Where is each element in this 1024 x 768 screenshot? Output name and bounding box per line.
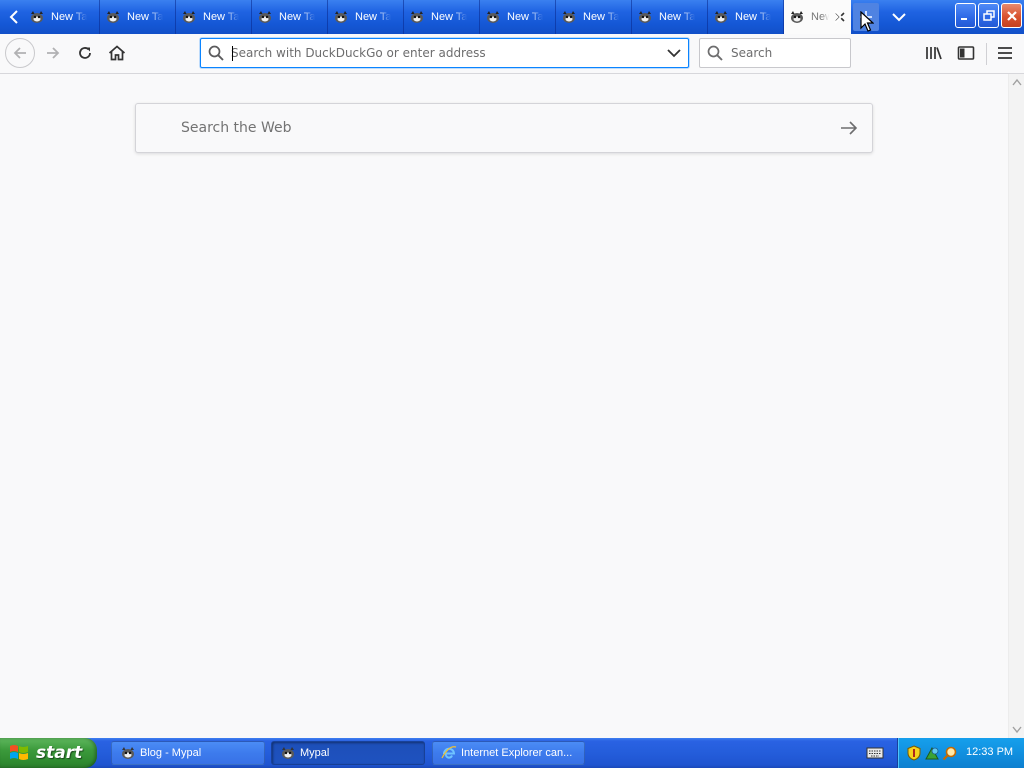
hamburger-menu-icon [998, 47, 1012, 59]
mypal-raccoon-icon [791, 11, 803, 23]
mypal-raccoon-icon [563, 11, 575, 23]
url-bar[interactable] [200, 38, 689, 68]
tab-scroll-right-button[interactable] [826, 0, 850, 34]
tab[interactable]: New Tab [24, 0, 100, 34]
start-button[interactable]: start [0, 738, 97, 768]
arrow-left-icon [13, 47, 26, 59]
arrow-right-icon[interactable] [838, 118, 860, 138]
open-menu-button[interactable] [991, 39, 1019, 67]
keyboard-icon[interactable] [866, 746, 884, 760]
taskbar: start Blog - Mypal Mypal Internet Explor… [0, 738, 1024, 768]
tab-label: New Tab [659, 11, 695, 23]
search-input[interactable] [731, 39, 841, 67]
mypal-raccoon-icon [335, 11, 347, 23]
tab-label: New Tab [583, 11, 619, 23]
minimize-icon [961, 18, 967, 20]
tab[interactable]: New Tab [328, 0, 404, 34]
tab-label: New Tab [431, 11, 467, 23]
mypal-raccoon-icon [411, 11, 423, 23]
tab[interactable]: New Tab [632, 0, 708, 34]
tab[interactable]: New Tab [480, 0, 556, 34]
taskbar-item-blog-mypal[interactable]: Blog - Mypal [111, 741, 265, 765]
security-shield-icon[interactable] [906, 745, 922, 761]
windows-logo-icon [10, 745, 28, 760]
arrow-right-icon [47, 47, 60, 59]
chevron-down-icon [892, 13, 906, 22]
clock: 12:33 PM [966, 746, 1014, 758]
tab[interactable]: New Tab [556, 0, 632, 34]
web-search-input[interactable] [181, 104, 821, 152]
restore-icon [982, 9, 995, 21]
sidebar-icon [957, 46, 975, 60]
internet-explorer-icon [441, 746, 457, 759]
forward-button[interactable] [39, 39, 67, 67]
minimize-button[interactable] [955, 3, 976, 28]
sidebar-toggle-button[interactable] [952, 39, 980, 67]
start-label: start [36, 743, 83, 763]
restore-button[interactable] [978, 3, 999, 28]
tab[interactable]: New Tab [252, 0, 328, 34]
home-icon [108, 45, 126, 61]
search-icon [208, 45, 224, 61]
mypal-raccoon-icon [107, 11, 119, 23]
mypal-raccoon-icon [31, 11, 43, 23]
taskbar-item-internet-explorer[interactable]: Internet Explorer can... [432, 741, 585, 765]
url-input[interactable] [231, 39, 651, 67]
reload-icon [79, 47, 91, 59]
mypal-raccoon-icon [282, 747, 294, 759]
chevron-left-icon [9, 10, 18, 24]
mypal-raccoon-icon [639, 11, 651, 23]
mypal-raccoon-icon [122, 747, 134, 759]
search-magnifier-icon[interactable] [942, 745, 958, 761]
navigation-toolbar [0, 34, 1024, 74]
taskbar-item-label: Blog - Mypal [140, 747, 202, 759]
library-button[interactable] [920, 39, 948, 67]
scroll-down-arrow-icon[interactable] [1012, 726, 1022, 734]
search-bar[interactable] [699, 38, 851, 68]
mypal-raccoon-icon [487, 11, 499, 23]
chevron-down-icon[interactable] [666, 45, 682, 61]
tab-label: New Tab [51, 11, 87, 23]
text-caret [232, 46, 233, 61]
tab-label: New Tab [735, 11, 771, 23]
close-icon [1006, 10, 1017, 21]
tab[interactable]: New Tab [100, 0, 176, 34]
tab[interactable]: New Tab [708, 0, 784, 34]
chevron-right-icon [834, 10, 843, 24]
taskbar-item-mypal[interactable]: Mypal [271, 741, 425, 765]
taskbar-item-label: Internet Explorer can... [461, 747, 573, 759]
all-tabs-button[interactable] [886, 0, 912, 34]
mouse-cursor-icon [860, 11, 874, 32]
system-tray: 12:33 PM [897, 738, 1024, 768]
tab-scroll-left-button[interactable] [2, 0, 26, 34]
mypal-raccoon-icon [183, 11, 195, 23]
home-button[interactable] [103, 39, 131, 67]
mypal-raccoon-icon [259, 11, 271, 23]
network-icon[interactable] [924, 745, 940, 761]
close-window-button[interactable] [1001, 3, 1022, 28]
reload-button[interactable] [71, 39, 99, 67]
vertical-scrollbar[interactable] [1008, 74, 1024, 738]
tab-label: New Tab [127, 11, 163, 23]
mypal-raccoon-icon [715, 11, 727, 23]
scroll-up-arrow-icon[interactable] [1012, 78, 1022, 86]
search-icon [707, 45, 723, 61]
back-button[interactable] [5, 38, 35, 68]
tab-label: New Tab [355, 11, 391, 23]
tab[interactable]: New Tab [404, 0, 480, 34]
web-search-box[interactable] [135, 103, 873, 153]
page-content [0, 74, 1008, 738]
taskbar-item-label: Mypal [300, 747, 330, 759]
tab-label: New Tab [507, 11, 543, 23]
toolbar-divider [986, 43, 987, 65]
tab[interactable]: New Tab [176, 0, 252, 34]
library-icon [926, 47, 942, 60]
tab-label: New Tab [279, 11, 315, 23]
tab-label: New Tab [203, 11, 239, 23]
